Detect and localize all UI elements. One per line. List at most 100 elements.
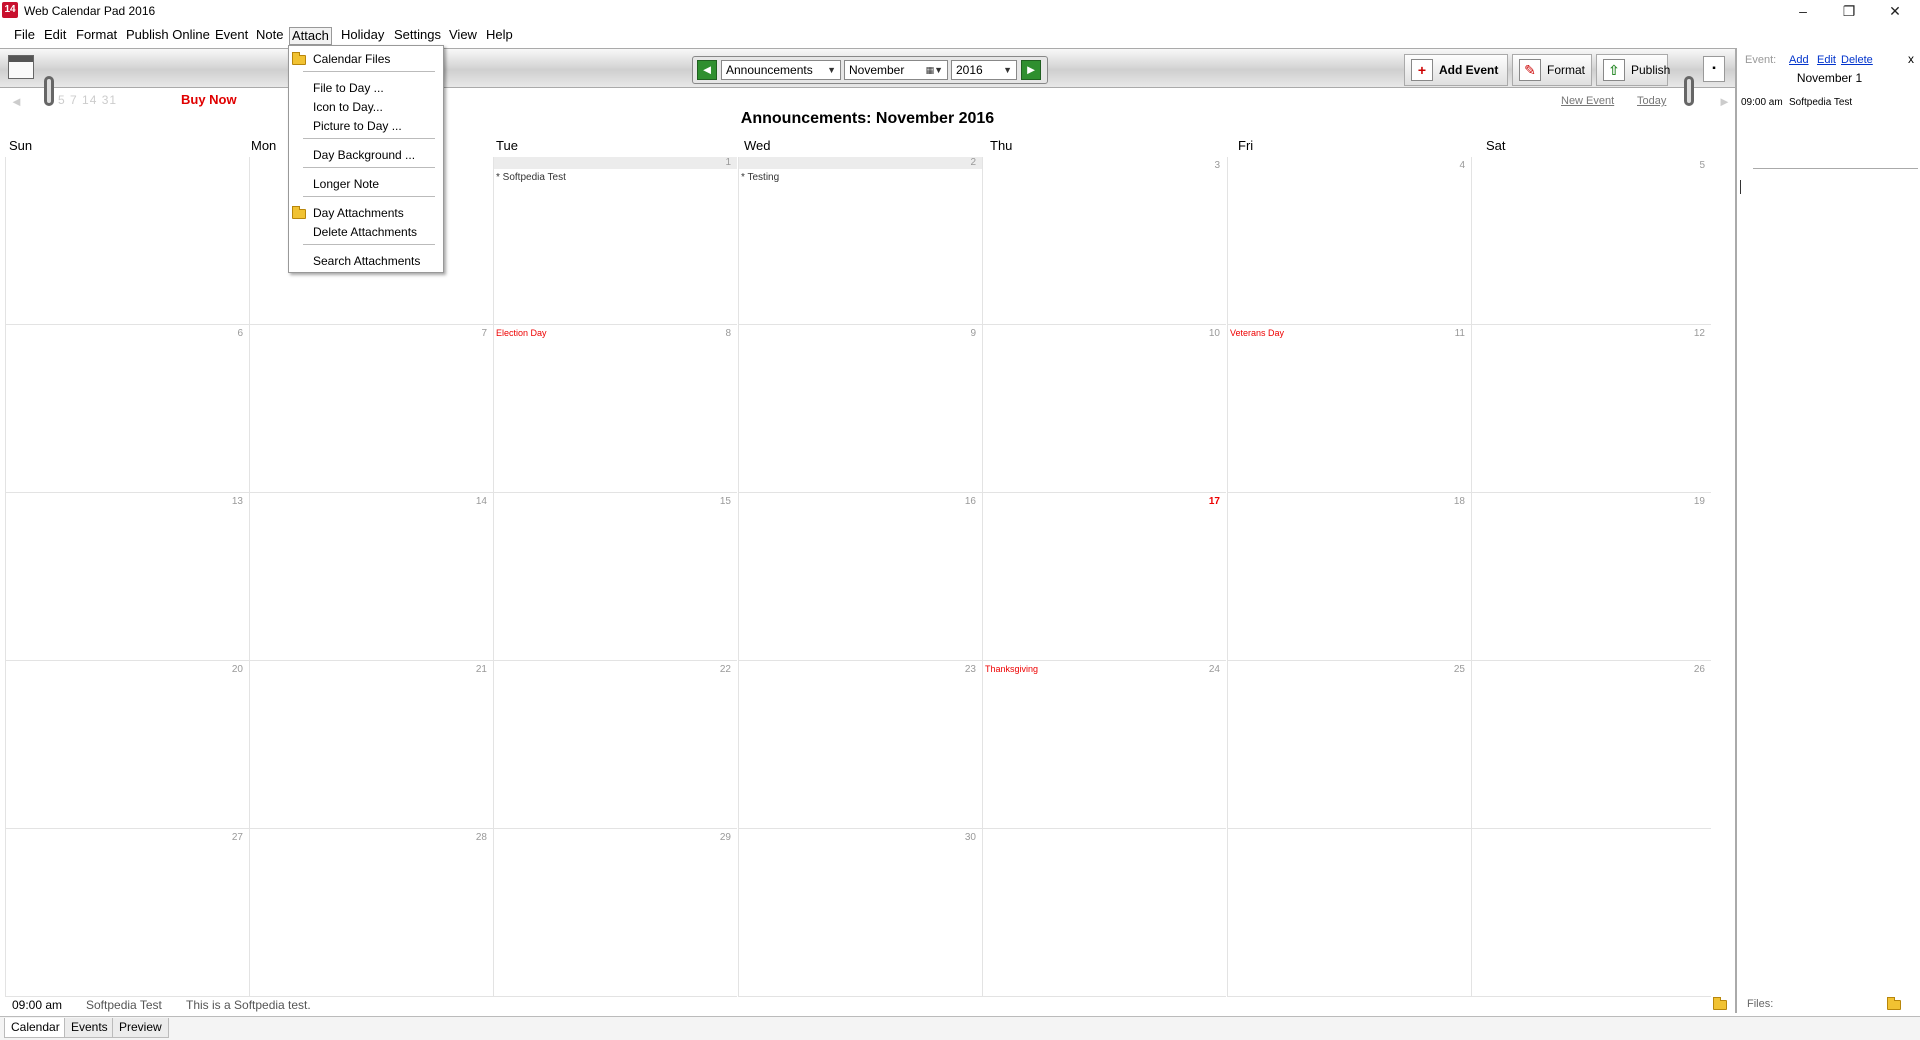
publish-upload-icon: ⇧	[1603, 59, 1625, 81]
menu-longer-note[interactable]: Longer Note	[313, 175, 379, 193]
day-number: 3	[1214, 160, 1220, 171]
menu-help[interactable]: Help	[484, 27, 515, 45]
today-link[interactable]: Today	[1637, 95, 1666, 107]
minimize-button[interactable]: –	[1780, 0, 1826, 22]
menu-attach[interactable]: Attach	[289, 27, 332, 45]
day-cell[interactable]: 6	[5, 325, 249, 493]
format-label: Format	[1547, 63, 1586, 77]
day-number: 13	[231, 496, 243, 507]
calendar-select[interactable]: Announcements ▼	[721, 60, 841, 80]
day-cell[interactable]: 16	[738, 493, 982, 661]
publish-button[interactable]: ⇧ Publish	[1596, 54, 1670, 86]
day-cell[interactable]	[982, 829, 1226, 997]
day-cell[interactable]: 7	[249, 325, 493, 493]
day-cell[interactable]: 3	[982, 157, 1226, 325]
year-select[interactable]: 2016 ▼	[951, 60, 1017, 80]
menu-event[interactable]: Event	[213, 27, 250, 45]
day-number: 19	[1693, 496, 1705, 507]
day-cell[interactable]: 30	[738, 829, 982, 997]
menu-search-attachments[interactable]: Search Attachments	[313, 252, 420, 270]
menu-file-to-day[interactable]: File to Day ...	[313, 79, 384, 97]
month-select[interactable]: November ▦▼	[844, 60, 948, 80]
day-number: 30	[964, 832, 976, 843]
next-month-button[interactable]: ►	[1021, 60, 1041, 80]
calendar-navigation: ◄ Announcements ▼ November ▦▼ 2016 ▼ ►	[692, 56, 1048, 84]
binder-ring-icon	[1684, 76, 1694, 106]
close-button[interactable]: ✕	[1872, 0, 1918, 22]
menu-bar: File Edit Format Publish Online Event No…	[0, 24, 1920, 46]
mini-prev-arrow-icon[interactable]: ◄	[10, 94, 23, 109]
previous-month-button[interactable]: ◄	[697, 60, 717, 80]
calendar-event[interactable]: * Testing	[741, 172, 779, 183]
day-cell[interactable]: 8 Election Day	[493, 325, 737, 493]
menu-settings[interactable]: Settings	[392, 27, 443, 45]
status-folder-icon[interactable]	[1713, 997, 1727, 1010]
panel-close-icon[interactable]: x	[1908, 52, 1914, 66]
day-cell[interactable]	[1227, 829, 1471, 997]
day-cell[interactable]: 27	[5, 829, 249, 997]
day-number: 27	[231, 832, 243, 843]
holiday-label: Veterans Day	[1230, 328, 1285, 338]
text-cursor[interactable]	[1740, 180, 1741, 194]
selected-event-title[interactable]: Softpedia Test	[1789, 97, 1852, 108]
menu-view[interactable]: View	[447, 27, 479, 45]
menu-delete-attachments[interactable]: Delete Attachments	[313, 223, 417, 241]
event-add-link[interactable]: Add	[1789, 54, 1809, 66]
add-event-button[interactable]: + Add Event	[1404, 54, 1508, 86]
calendar-view-icon[interactable]	[8, 55, 34, 79]
day-cell[interactable]: 11 Veterans Day	[1227, 325, 1471, 493]
calendar-event[interactable]: * Softpedia Test	[496, 172, 566, 183]
day-cell[interactable]: 12	[1471, 325, 1711, 493]
menu-icon-to-day[interactable]: Icon to Day...	[313, 98, 383, 116]
menu-note[interactable]: Note	[254, 27, 285, 45]
day-cell[interactable]: 18	[1227, 493, 1471, 661]
day-cell[interactable]: 23	[738, 661, 982, 829]
menu-picture-to-day[interactable]: Picture to Day ...	[313, 117, 402, 135]
options-button[interactable]: ▪	[1703, 56, 1725, 82]
menu-day-background[interactable]: Day Background ...	[313, 146, 415, 164]
day-cell[interactable]: 13	[5, 493, 249, 661]
tab-calendar[interactable]: Calendar	[4, 1018, 67, 1038]
day-cell[interactable]: 21	[249, 661, 493, 829]
menu-day-attachments[interactable]: Day Attachments	[313, 204, 404, 222]
menu-publish-online[interactable]: Publish Online	[124, 27, 212, 45]
day-cell[interactable]: 28	[249, 829, 493, 997]
attach-files-folder-icon[interactable]	[1887, 997, 1901, 1010]
day-cell[interactable]: 20	[5, 661, 249, 829]
day-number: 2	[739, 157, 982, 169]
event-delete-link[interactable]: Delete	[1841, 54, 1873, 66]
menu-format[interactable]: Format	[74, 27, 119, 45]
day-cell[interactable]: 26	[1471, 661, 1711, 829]
day-cell[interactable]: 19	[1471, 493, 1711, 661]
day-cell[interactable]: 2 * Testing	[738, 157, 982, 325]
day-cell[interactable]: 17	[982, 493, 1226, 661]
format-button[interactable]: ✎ Format	[1512, 54, 1592, 86]
day-cell[interactable]: 25	[1227, 661, 1471, 829]
menu-edit[interactable]: Edit	[42, 27, 68, 45]
day-cell[interactable]: 15	[493, 493, 737, 661]
buy-now-link[interactable]: Buy Now	[181, 92, 237, 107]
menu-separator	[303, 244, 435, 245]
chevron-down-icon: ▼	[1003, 65, 1012, 75]
menu-holiday[interactable]: Holiday	[339, 27, 386, 45]
day-cell[interactable]: 24 Thanksgiving	[982, 661, 1226, 829]
event-detail-panel: Event: Add Edit Delete x November 1 09:0…	[1735, 48, 1920, 1013]
menu-file[interactable]: File	[12, 27, 37, 45]
day-cell[interactable]: 29	[493, 829, 737, 997]
day-cell[interactable]: 9	[738, 325, 982, 493]
new-event-link[interactable]: New Event	[1561, 95, 1614, 107]
day-cell[interactable]: 1 * Softpedia Test	[493, 157, 737, 325]
restore-button[interactable]: ❐	[1826, 0, 1872, 22]
mini-next-arrow-icon[interactable]: ►	[1718, 94, 1731, 109]
day-cell[interactable]	[5, 157, 249, 325]
event-edit-link[interactable]: Edit	[1817, 54, 1836, 66]
tab-events[interactable]: Events	[64, 1018, 115, 1038]
day-cell[interactable]: 10	[982, 325, 1226, 493]
day-cell[interactable]: 14	[249, 493, 493, 661]
tab-preview[interactable]: Preview	[112, 1018, 169, 1038]
day-cell[interactable]: 22	[493, 661, 737, 829]
day-cell[interactable]: 5	[1471, 157, 1711, 325]
day-cell[interactable]	[1471, 829, 1711, 997]
menu-calendar-files[interactable]: Calendar Files	[313, 50, 390, 68]
day-cell[interactable]: 4	[1227, 157, 1471, 325]
